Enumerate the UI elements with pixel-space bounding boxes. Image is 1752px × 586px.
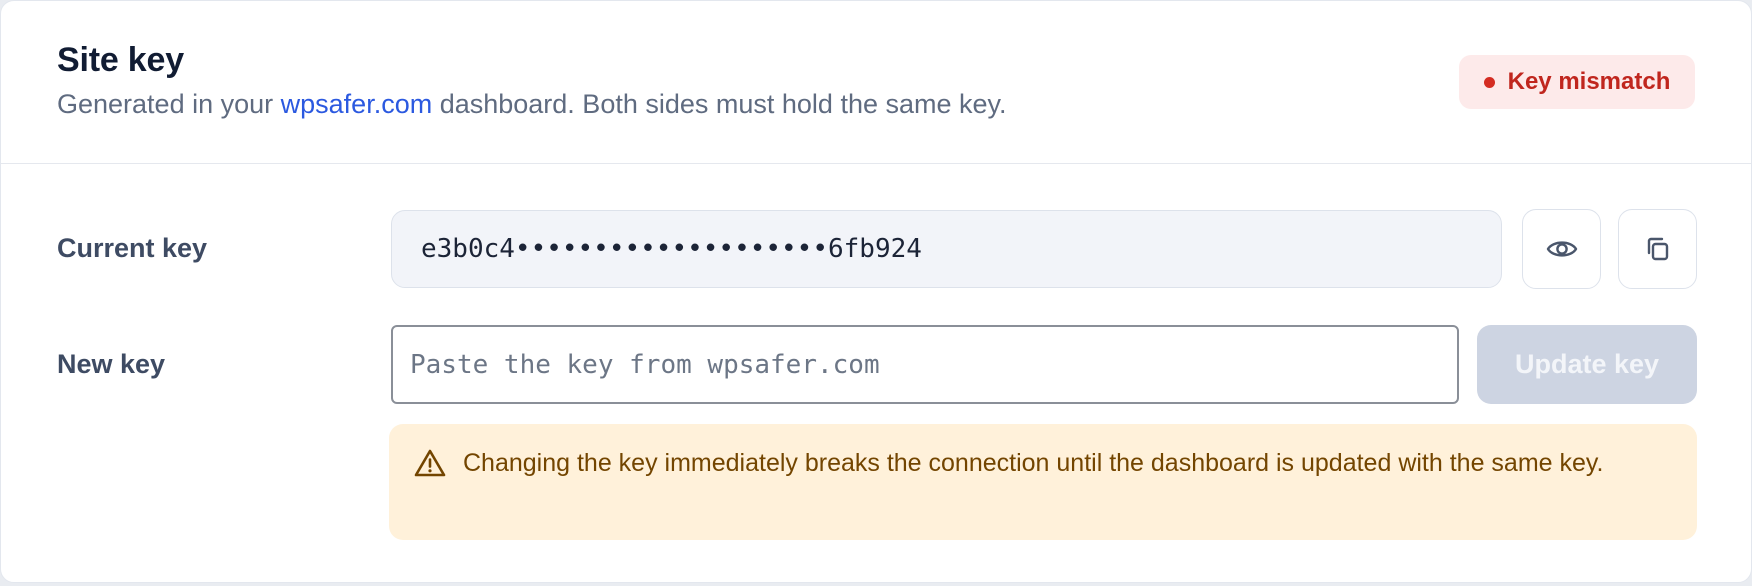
subtitle: Generated in your wpsafer.com dashboard.… xyxy=(57,89,1007,120)
copy-icon xyxy=(1647,237,1668,261)
site-key-card: Site key Generated in your wpsafer.com d… xyxy=(0,0,1752,583)
subtitle-text-after: dashboard. Both sides must hold the same… xyxy=(432,89,1007,119)
new-key-label: New key xyxy=(57,349,166,379)
current-key-value: e3b0c4••••••••••••••••••••6fb924 xyxy=(421,234,922,264)
status-badge-label: Key mismatch xyxy=(1507,68,1671,95)
warning-message: Changing the key immediately breaks the … xyxy=(463,449,1604,477)
update-key-button[interactable]: Update key xyxy=(1477,325,1697,404)
subtitle-text-before: Generated in your xyxy=(57,89,281,119)
reveal-key-button[interactable] xyxy=(1522,209,1601,289)
warning-banner: Changing the key immediately breaks the … xyxy=(389,424,1697,540)
warning-triangle-icon xyxy=(414,449,446,477)
status-badge: Key mismatch xyxy=(1459,55,1695,109)
page-title: Site key xyxy=(57,41,184,79)
current-key-field[interactable]: e3b0c4••••••••••••••••••••6fb924 xyxy=(391,210,1502,288)
current-key-label: Current key xyxy=(57,233,208,263)
status-dot-icon xyxy=(1483,76,1495,88)
eye-icon xyxy=(1546,241,1577,257)
copy-key-button[interactable] xyxy=(1618,209,1697,289)
card-header: Site key Generated in your wpsafer.com d… xyxy=(1,1,1751,164)
new-key-input[interactable] xyxy=(391,325,1459,404)
wpsafer-link[interactable]: wpsafer.com xyxy=(281,89,433,119)
